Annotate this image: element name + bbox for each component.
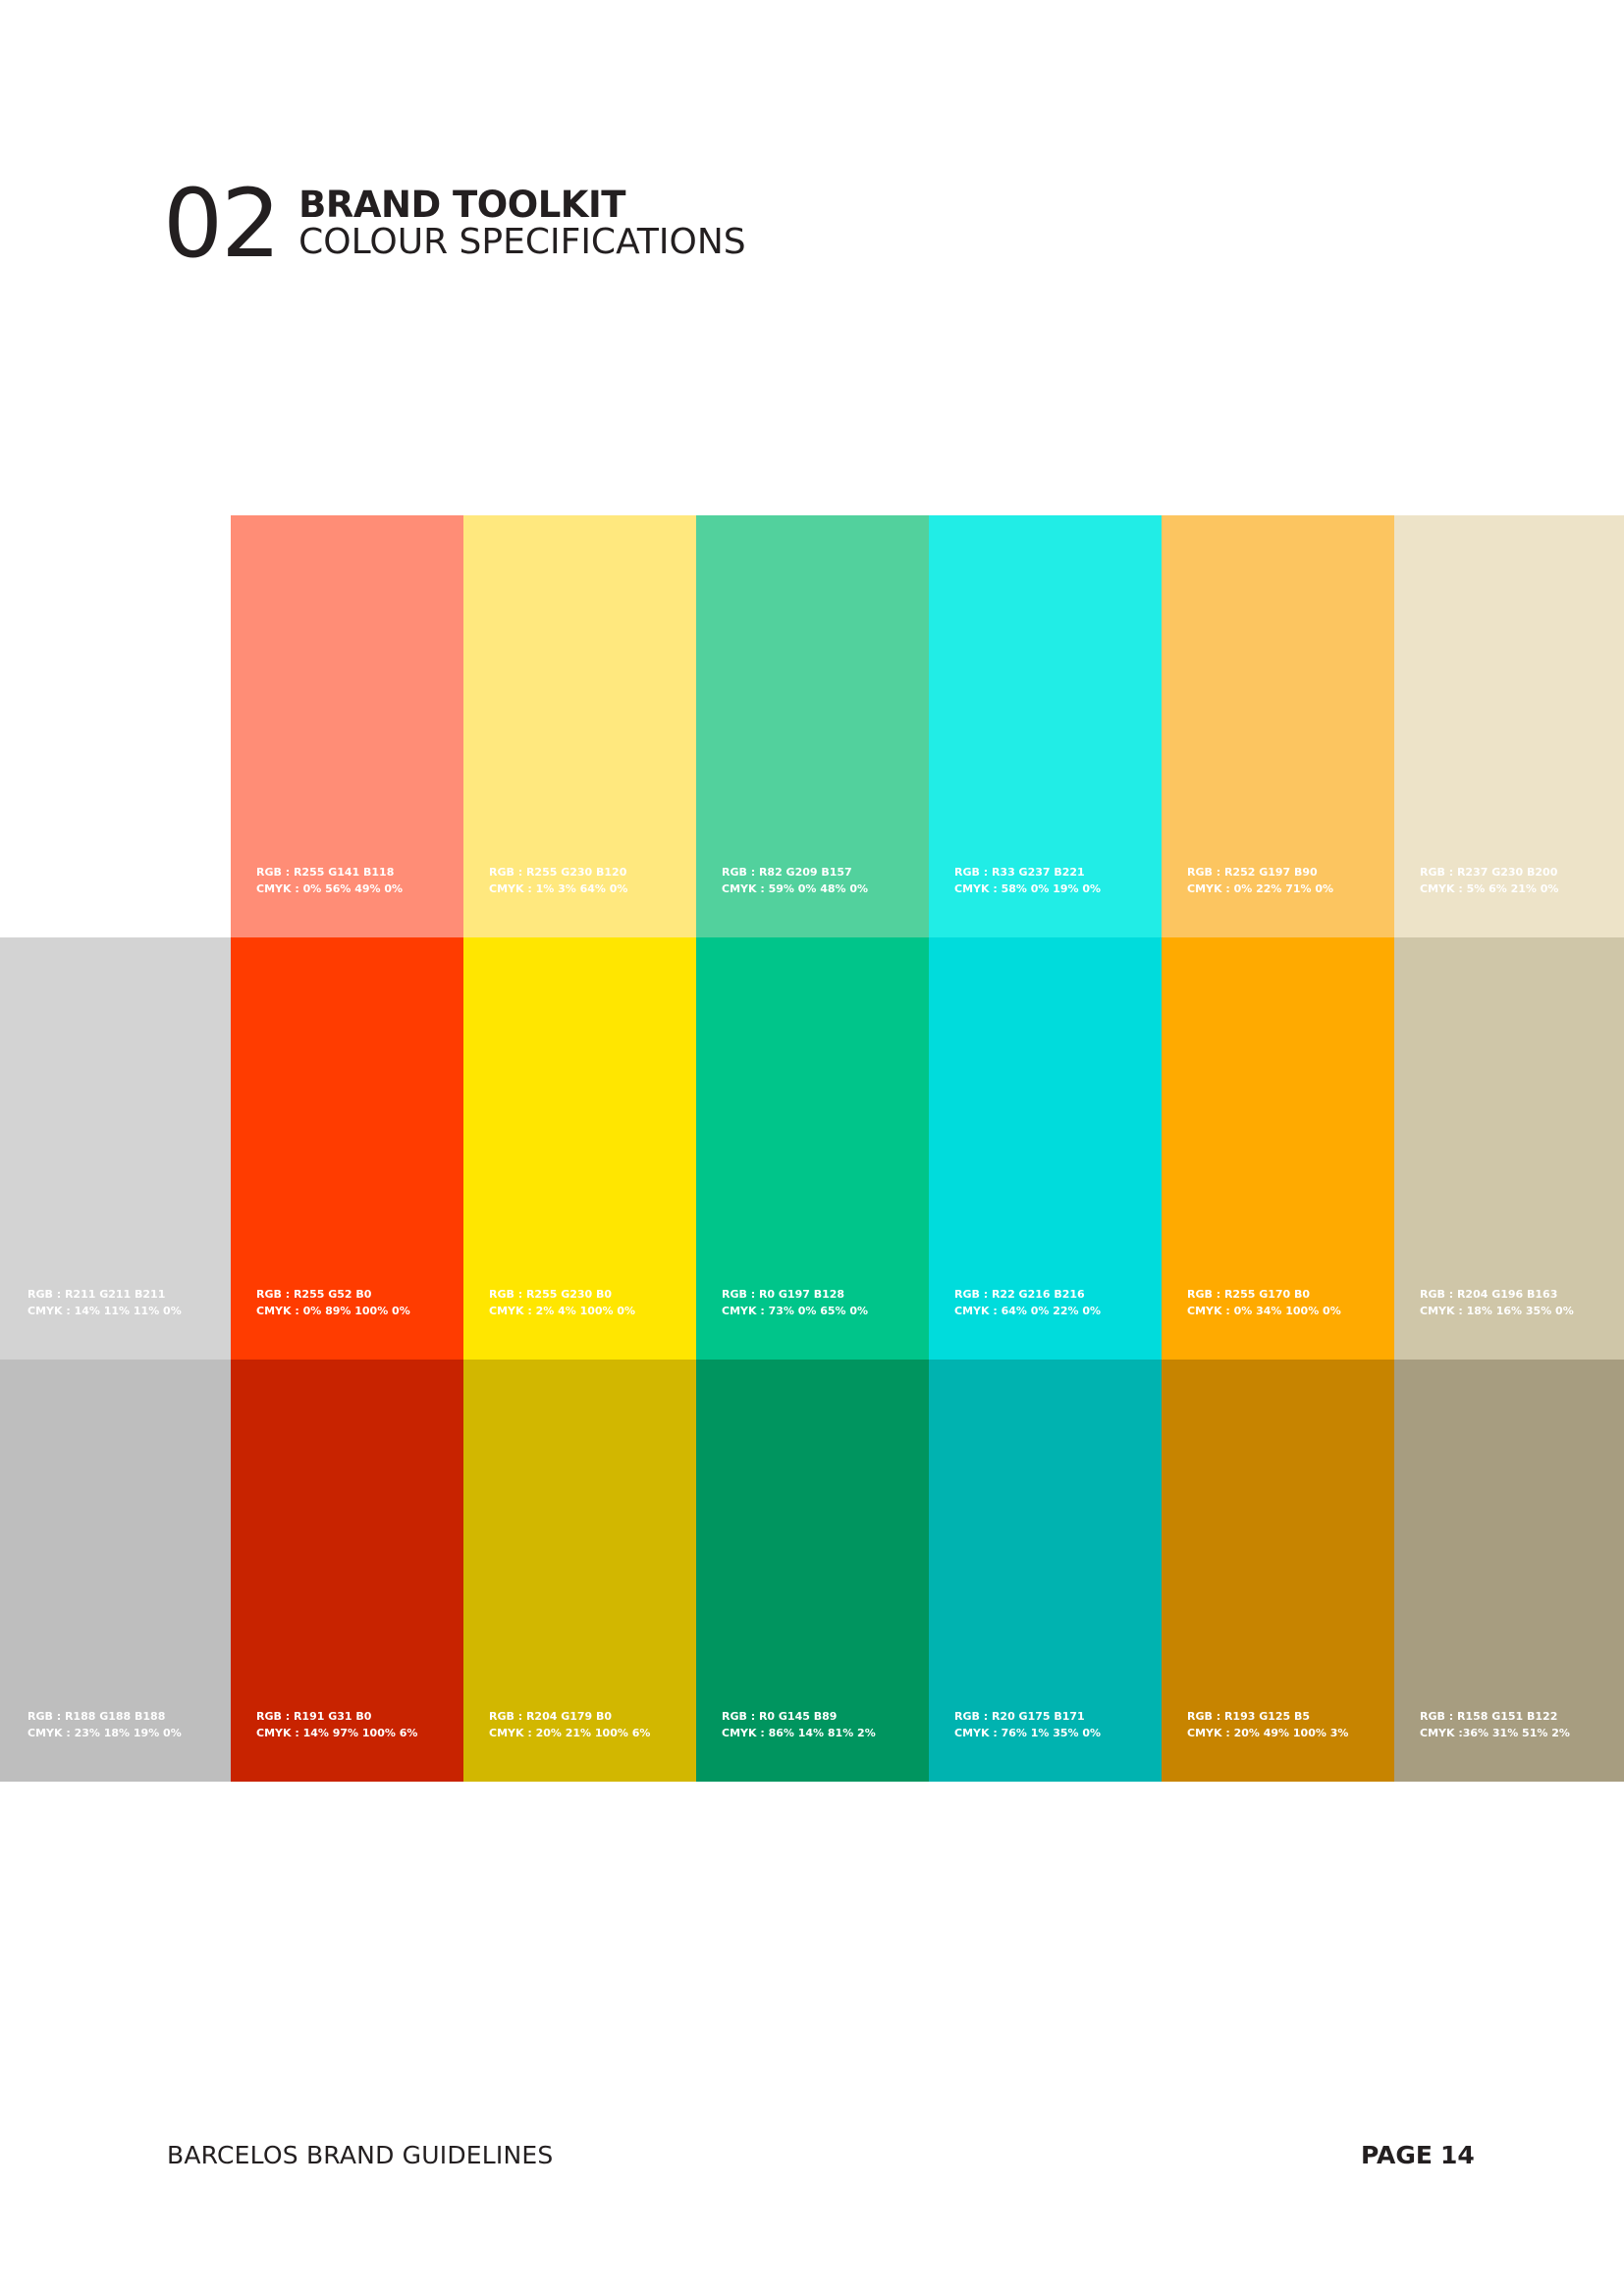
swatch-cmyk-value: CMYK :36% 31% 51% 2% [1420,1727,1570,1739]
colour-swatch: RGB : R255 G141 B118 CMYK : 0% 56% 49% 0% [231,515,463,937]
swatch-rgb-value: RGB : R255 G170 B0 [1187,1288,1311,1301]
colour-swatch: RGB : R188 G188 B188 CMYK : 23% 18% 19% 0… [0,1360,231,1782]
colour-swatch: RGB : R255 G170 B0 CMYK : 0% 34% 100% 0% [1162,937,1394,1360]
swatch-cmyk-value: CMYK : 14% 97% 100% 6% [256,1727,418,1739]
swatch-spec: RGB : R20 G175 B171 CMYK : 76% 1% 35% 0% [954,1708,1101,1741]
colour-swatch: RGB : R211 G211 B211 CMYK : 14% 11% 11% 0… [0,937,231,1360]
footer-page-number: PAGE 14 [1361,2141,1475,2169]
page-header: 02 BRAND TOOLKIT COLOUR SPECIFICATIONS [163,177,746,271]
swatch-rgb-value: RGB : R255 G230 B120 [489,866,627,879]
swatch-cmyk-value: CMYK : 86% 14% 81% 2% [722,1727,876,1739]
swatch-rgb-value: RGB : R255 G141 B118 [256,866,395,879]
swatch-rgb-value: RGB : R0 G145 B89 [722,1710,838,1723]
swatch-spec: RGB : R22 G216 B216 CMYK : 64% 0% 22% 0% [954,1286,1101,1319]
colour-swatch: RGB : R204 G196 B163 CMYK : 18% 16% 35% 0… [1394,937,1624,1360]
swatch-rgb-value: RGB : R193 G125 B5 [1187,1710,1311,1723]
swatch-spec: RGB : R255 G52 B0 CMYK : 0% 89% 100% 0% [256,1286,410,1319]
colour-swatch: RGB : R255 G52 B0 CMYK : 0% 89% 100% 0% [231,937,463,1360]
swatch-spec: RGB : R211 G211 B211 CMYK : 14% 11% 11% 0… [27,1286,182,1319]
swatch-rgb-value: RGB : R237 G230 B200 [1420,866,1558,879]
swatch-cmyk-value: CMYK : 59% 0% 48% 0% [722,882,869,895]
page-number: 14 [1439,2141,1475,2169]
swatch-spec: RGB : R204 G179 B0 CMYK : 20% 21% 100% 6% [489,1708,650,1741]
swatch-cmyk-value: CMYK : 1% 3% 64% 0% [489,882,628,895]
swatch-cmyk-value: CMYK : 20% 49% 100% 3% [1187,1727,1349,1739]
swatch-cmyk-value: CMYK : 23% 18% 19% 0% [27,1727,182,1739]
swatch-spec: RGB : R237 G230 B200 CMYK : 5% 6% 21% 0% [1420,864,1558,897]
swatch-rgb-value: RGB : R204 G179 B0 [489,1710,613,1723]
swatch-spec: RGB : R255 G170 B0 CMYK : 0% 34% 100% 0% [1187,1286,1341,1319]
colour-swatch: RGB : R191 G31 B0 CMYK : 14% 97% 100% 6% [231,1360,463,1782]
colour-swatch: RGB : R252 G197 B90 CMYK : 0% 22% 71% 0% [1162,515,1394,937]
swatch-cmyk-value: CMYK : 76% 1% 35% 0% [954,1727,1102,1739]
swatch-cmyk-value: CMYK : 0% 56% 49% 0% [256,882,404,895]
swatch-cmyk-value: CMYK : 5% 6% 21% 0% [1420,882,1559,895]
swatch-rgb-value: RGB : R20 G175 B171 [954,1710,1085,1723]
colour-swatch: RGB : R22 G216 B216 CMYK : 64% 0% 22% 0% [929,937,1162,1360]
swatch-spec: RGB : R158 G151 B122 CMYK :36% 31% 51% 2% [1420,1708,1570,1741]
swatch-spec: RGB : R0 G197 B128 CMYK : 73% 0% 65% 0% [722,1286,868,1319]
swatch-rgb-value: RGB : R204 G196 B163 [1420,1288,1558,1301]
swatch-rgb-value: RGB : R22 G216 B216 [954,1288,1085,1301]
footer-brand-guidelines: BARCELOS BRAND GUIDELINES [167,2141,554,2169]
swatch-spec: RGB : R82 G209 B157 CMYK : 59% 0% 48% 0% [722,864,868,897]
colour-swatch: RGB : R0 G197 B128 CMYK : 73% 0% 65% 0% [696,937,929,1360]
colour-swatch: RGB : R82 G209 B157 CMYK : 59% 0% 48% 0% [696,515,929,937]
swatch-spec: RGB : R0 G145 B89 CMYK : 86% 14% 81% 2% [722,1708,876,1741]
swatch-cmyk-value: CMYK : 73% 0% 65% 0% [722,1305,869,1317]
page-label: PAGE [1361,2141,1433,2169]
swatch-cmyk-value: CMYK : 64% 0% 22% 0% [954,1305,1102,1317]
colour-swatch: RGB : R255 G230 B0 CMYK : 2% 4% 100% 0% [463,937,696,1360]
colour-swatch: RGB : R0 G145 B89 CMYK : 86% 14% 81% 2% [696,1360,929,1782]
swatch-cmyk-value: CMYK : 0% 22% 71% 0% [1187,882,1334,895]
colour-swatch: RGB : R204 G179 B0 CMYK : 20% 21% 100% 6% [463,1360,696,1782]
swatch-rgb-value: RGB : R191 G31 B0 [256,1710,372,1723]
swatch-rgb-value: RGB : R188 G188 B188 [27,1710,166,1723]
swatch-spec: RGB : R33 G237 B221 CMYK : 58% 0% 19% 0% [954,864,1101,897]
swatch-cmyk-value: CMYK : 58% 0% 19% 0% [954,882,1102,895]
swatch-rgb-value: RGB : R255 G230 B0 [489,1288,613,1301]
swatch-spec: RGB : R255 G230 B0 CMYK : 2% 4% 100% 0% [489,1286,635,1319]
section-number: 02 [163,169,281,279]
swatch-rgb-value: RGB : R211 G211 B211 [27,1288,166,1301]
swatch-spec: RGB : R252 G197 B90 CMYK : 0% 22% 71% 0% [1187,864,1333,897]
colour-swatch: RGB : R20 G175 B171 CMYK : 76% 1% 35% 0% [929,1360,1162,1782]
swatch-rgb-value: RGB : R33 G237 B221 [954,866,1085,879]
swatch-rgb-value: RGB : R158 G151 B122 [1420,1710,1558,1723]
swatch-rgb-value: RGB : R252 G197 B90 [1187,866,1318,879]
colour-swatch: RGB : R237 G230 B200 CMYK : 5% 6% 21% 0% [1394,515,1624,937]
swatch-rgb-value: RGB : R0 G197 B128 [722,1288,845,1301]
section-subtitle: COLOUR SPECIFICATIONS [298,222,746,262]
swatch-cmyk-value: CMYK : 14% 11% 11% 0% [27,1305,182,1317]
swatch-spec: RGB : R188 G188 B188 CMYK : 23% 18% 19% 0… [27,1708,182,1741]
swatch-cmyk-value: CMYK : 2% 4% 100% 0% [489,1305,636,1317]
swatch-spec: RGB : R255 G230 B120 CMYK : 1% 3% 64% 0% [489,864,627,897]
swatch-spec: RGB : R191 G31 B0 CMYK : 14% 97% 100% 6% [256,1708,417,1741]
swatch-spec: RGB : R204 G196 B163 CMYK : 18% 16% 35% 0… [1420,1286,1574,1319]
colour-swatch: RGB : R33 G237 B221 CMYK : 58% 0% 19% 0% [929,515,1162,937]
swatch-rgb-value: RGB : R82 G209 B157 [722,866,852,879]
swatch-spec: RGB : R255 G141 B118 CMYK : 0% 56% 49% 0% [256,864,403,897]
swatch-rgb-value: RGB : R255 G52 B0 [256,1288,372,1301]
swatch-cmyk-value: CMYK : 0% 34% 100% 0% [1187,1305,1341,1317]
swatch-cmyk-value: CMYK : 20% 21% 100% 6% [489,1727,651,1739]
colour-swatch: RGB : R158 G151 B122 CMYK :36% 31% 51% 2% [1394,1360,1624,1782]
colour-swatch: RGB : R193 G125 B5 CMYK : 20% 49% 100% 3% [1162,1360,1394,1782]
swatch-cmyk-value: CMYK : 18% 16% 35% 0% [1420,1305,1574,1317]
section-title: BRAND TOOLKIT [298,184,625,226]
colour-swatch: RGB : R255 G230 B120 CMYK : 1% 3% 64% 0% [463,515,696,937]
header-titles: BRAND TOOLKIT COLOUR SPECIFICATIONS [298,187,745,261]
swatch-spec: RGB : R193 G125 B5 CMYK : 20% 49% 100% 3% [1187,1708,1348,1741]
swatch-cmyk-value: CMYK : 0% 89% 100% 0% [256,1305,410,1317]
